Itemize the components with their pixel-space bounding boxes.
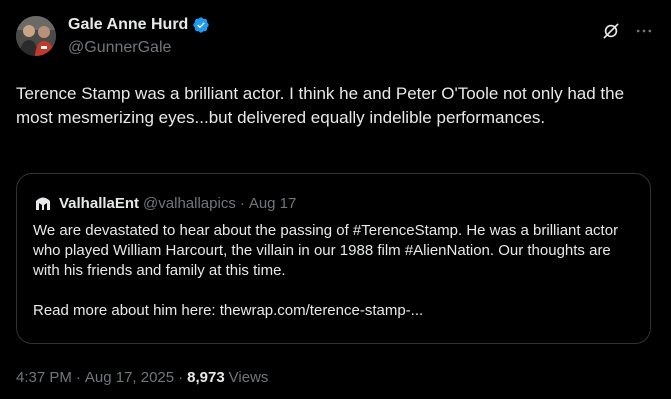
grok-icon: [603, 23, 619, 39]
quoted-tweet[interactable]: ValhallaEnt @valhallapics · Aug 17 We ar…: [16, 173, 651, 344]
quoted-tweet-text: We are devastated to hear about the pass…: [33, 221, 633, 321]
author-info: Gale Anne Hurd @GunnerGale: [68, 15, 210, 58]
tweet-meta: 4:37 PM · Aug 17, 2025 · 8,973 Views: [16, 368, 268, 388]
quoted-author-name[interactable]: ValhallaEnt: [59, 195, 139, 212]
quoted-date[interactable]: Aug 17: [249, 195, 297, 212]
quoted-paragraph-1: We are devastated to hear about the pass…: [33, 222, 619, 279]
quoted-paragraph-2: Read more about him here: thewrap.com/te…: [33, 302, 424, 319]
tweet: Gale Anne Hurd @GunnerGale Terence Stamp…: [0, 0, 671, 399]
valhalla-logo-icon: [36, 197, 50, 210]
quoted-separator: ·: [239, 194, 245, 212]
tweet-date[interactable]: Aug 17, 2025: [85, 368, 174, 388]
user-avatar-photo-icon: [16, 16, 56, 56]
author-avatar[interactable]: [16, 16, 56, 56]
quoted-tweet-header: ValhallaEnt @valhallapics · Aug 17: [33, 193, 296, 213]
more-options-button[interactable]: [633, 20, 655, 42]
tweet-time[interactable]: 4:37 PM: [16, 368, 72, 388]
grok-button[interactable]: [600, 20, 622, 42]
views-count[interactable]: 8,973: [187, 368, 225, 388]
more-dots-icon: [636, 29, 652, 33]
quoted-author-handle[interactable]: @valhallapics: [143, 195, 236, 212]
author-handle[interactable]: @GunnerGale: [68, 38, 210, 58]
quoted-author-avatar[interactable]: [33, 193, 53, 213]
views-label: Views: [228, 369, 269, 386]
meta-separator-2: ·: [178, 369, 184, 386]
author-display-name[interactable]: Gale Anne Hurd: [68, 15, 188, 35]
meta-separator: ·: [75, 369, 81, 386]
verified-badge-icon[interactable]: [192, 16, 210, 34]
tweet-text: Terence Stamp was a brilliant actor. I t…: [16, 84, 625, 127]
